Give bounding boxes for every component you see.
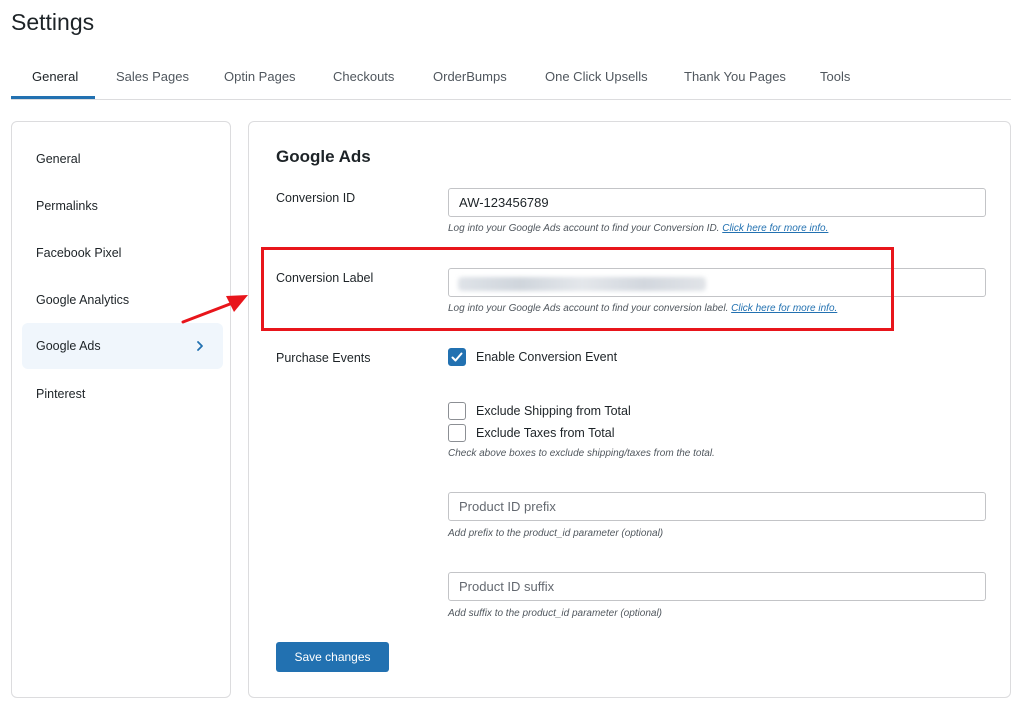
exclude-shipping-row: Exclude Shipping from Total xyxy=(448,401,631,421)
product-id-suffix-help: Add suffix to the product_id parameter (… xyxy=(448,608,663,619)
settings-tabs: General Sales Pages Optin Pages Checkout… xyxy=(11,60,1011,100)
exclude-shipping-label: Exclude Shipping from Total xyxy=(476,404,631,418)
product-id-suffix-input[interactable] xyxy=(448,572,986,601)
exclude-taxes-checkbox[interactable] xyxy=(448,424,466,442)
settings-sidebar: General Permalinks Facebook Pixel Google… xyxy=(11,121,231,698)
tab-one-click-upsells[interactable]: One Click Upsells xyxy=(545,60,648,99)
tab-checkouts[interactable]: Checkouts xyxy=(333,60,394,99)
conversion-label-help-text: Log into your Google Ads account to find… xyxy=(448,303,729,314)
tab-optin-pages[interactable]: Optin Pages xyxy=(224,60,296,99)
exclude-help: Check above boxes to exclude shipping/ta… xyxy=(448,448,715,459)
exclude-taxes-label: Exclude Taxes from Total xyxy=(476,426,615,440)
sidebar-item-permalinks[interactable]: Permalinks xyxy=(22,183,223,229)
save-changes-button[interactable]: Save changes xyxy=(276,642,389,672)
conversion-id-input[interactable] xyxy=(448,188,986,217)
sidebar-item-label: Pinterest xyxy=(36,387,86,401)
sidebar-item-label: General xyxy=(36,152,81,166)
checkmark-icon xyxy=(451,352,463,362)
enable-conversion-row: Enable Conversion Event xyxy=(448,347,617,367)
sidebar-item-label: Google Analytics xyxy=(36,293,130,307)
sidebar-item-pinterest[interactable]: Pinterest xyxy=(22,371,223,417)
section-title: Google Ads xyxy=(276,147,371,166)
conversion-id-help: Log into your Google Ads account to find… xyxy=(448,223,828,234)
annotation-arrow-icon xyxy=(181,295,248,324)
tab-orderbumps[interactable]: OrderBumps xyxy=(433,60,507,99)
exclude-shipping-checkbox[interactable] xyxy=(448,402,466,420)
conversion-label-input[interactable] xyxy=(448,268,986,297)
conversion-id-label: Conversion ID xyxy=(276,191,356,205)
sidebar-item-label: Google Ads xyxy=(36,339,101,353)
enable-conversion-label: Enable Conversion Event xyxy=(476,350,618,364)
sidebar-item-label: Permalinks xyxy=(36,199,98,213)
product-id-prefix-input[interactable] xyxy=(448,492,986,521)
sidebar-item-label: Facebook Pixel xyxy=(36,246,122,260)
conversion-label-info-link[interactable]: Click here for more info. xyxy=(731,303,837,314)
blurred-value xyxy=(458,277,706,291)
product-id-prefix-help: Add prefix to the product_id parameter (… xyxy=(448,528,664,539)
conversion-id-info-link[interactable]: Click here for more info. xyxy=(722,223,828,234)
conversion-id-help-text: Log into your Google Ads account to find… xyxy=(448,223,720,234)
google-ads-panel: Google Ads Conversion ID Log into your G… xyxy=(248,121,1011,698)
sidebar-item-general[interactable]: General xyxy=(22,136,223,182)
exclude-taxes-row: Exclude Taxes from Total xyxy=(448,423,615,443)
tab-sales-pages[interactable]: Sales Pages xyxy=(116,60,189,99)
conversion-label-label: Conversion Label xyxy=(276,271,374,285)
page-title: Settings xyxy=(11,9,95,35)
tab-thank-you-pages[interactable]: Thank You Pages xyxy=(684,60,786,99)
tab-tools[interactable]: Tools xyxy=(820,60,850,99)
tab-general[interactable]: General xyxy=(11,60,95,99)
purchase-events-label: Purchase Events xyxy=(276,351,371,365)
sidebar-item-facebook-pixel[interactable]: Facebook Pixel xyxy=(22,230,223,276)
conversion-label-help: Log into your Google Ads account to find… xyxy=(448,303,837,314)
enable-conversion-checkbox[interactable] xyxy=(448,348,466,366)
